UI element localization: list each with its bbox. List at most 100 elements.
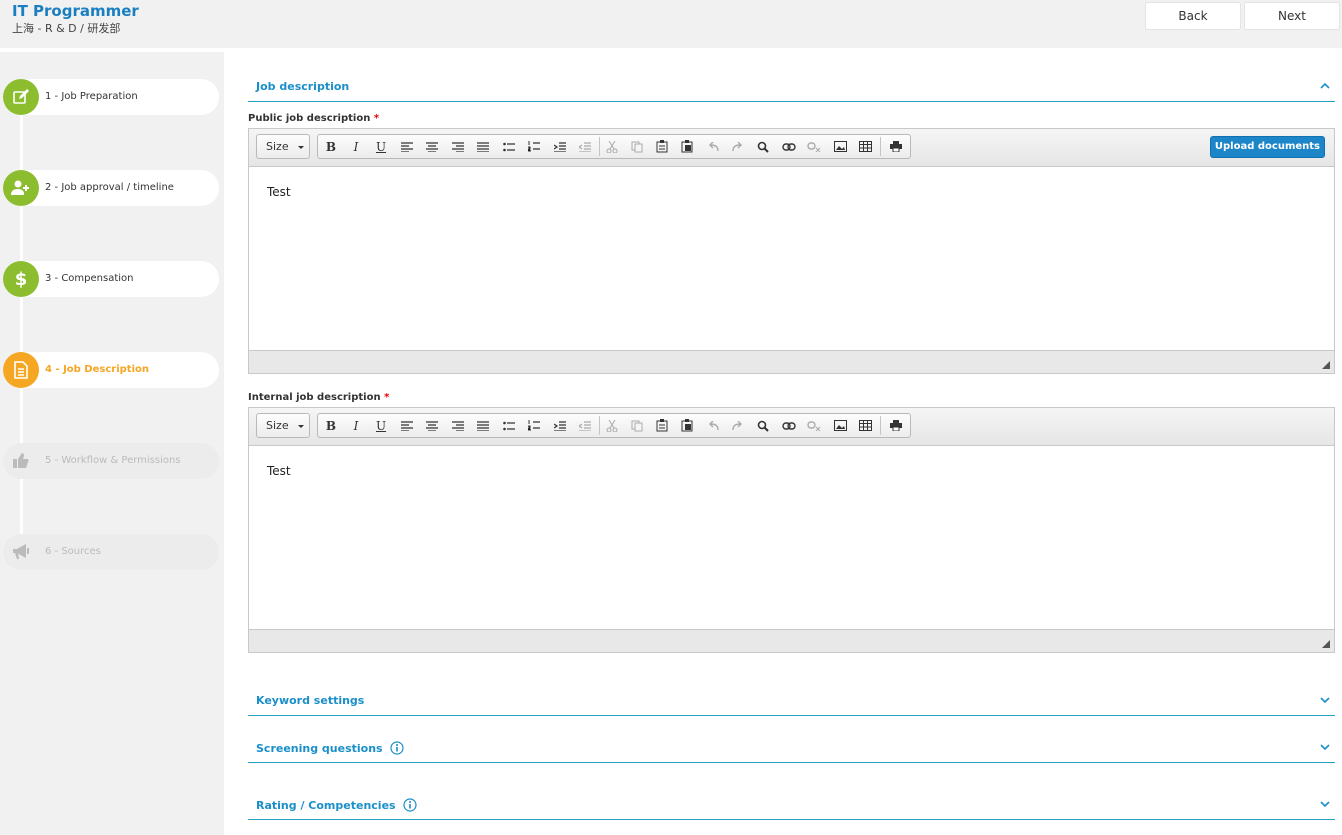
font-size-dropdown[interactable]: Size (256, 413, 310, 438)
formatting-buttons: B I U (317, 134, 911, 159)
thumbs-up-icon (3, 443, 39, 479)
info-icon[interactable] (403, 798, 418, 812)
resize-grip-icon[interactable] (1322, 361, 1330, 369)
paste-text-icon[interactable] (676, 137, 698, 156)
rating-competencies-section-header[interactable]: Rating / Competencies (248, 788, 1335, 820)
size-label: Size (266, 140, 289, 153)
step-workflow-permissions[interactable]: 5 - Workflow & Permissions (3, 443, 219, 479)
bold-icon[interactable]: B (320, 416, 342, 435)
job-description-section-header[interactable]: Job description (248, 70, 1335, 102)
step-sources[interactable]: 6 - Sources (3, 534, 219, 570)
toolbar-separator (880, 137, 881, 156)
page-header: IT Programmer 上海 - R & D / 研发部 Back Next (0, 0, 1342, 48)
italic-icon[interactable]: I (345, 416, 367, 435)
bulleted-list-icon[interactable] (498, 416, 520, 435)
step-label: 4 - Job Description (45, 364, 149, 375)
copy-icon[interactable] (626, 416, 648, 435)
upload-documents-button[interactable]: Upload documents (1209, 136, 1325, 158)
step-job-preparation[interactable]: 1 - Job Preparation (3, 79, 219, 115)
section-title: Rating / Competencies (256, 799, 396, 812)
step-connector (20, 205, 23, 261)
copy-icon[interactable] (626, 137, 648, 156)
internal-description-textarea[interactable]: Test (249, 446, 1334, 629)
undo-icon[interactable] (702, 416, 724, 435)
align-justify-icon[interactable] (472, 416, 494, 435)
undo-icon[interactable] (702, 137, 724, 156)
align-center-icon[interactable] (421, 137, 443, 156)
cut-icon[interactable] (601, 416, 623, 435)
screening-questions-section-header[interactable]: Screening questions (248, 731, 1335, 763)
editor-statusbar (249, 629, 1334, 652)
bulleted-list-icon[interactable] (498, 137, 520, 156)
step-compensation[interactable]: $ 3 - Compensation (3, 261, 219, 297)
document-icon (3, 352, 39, 388)
align-right-icon[interactable] (447, 137, 469, 156)
table-icon[interactable] (854, 416, 876, 435)
underline-icon[interactable]: U (370, 416, 392, 435)
keyword-settings-section-header[interactable]: Keyword settings (248, 684, 1335, 716)
back-button[interactable]: Back (1145, 2, 1241, 30)
step-connector (20, 296, 23, 352)
label-text: Internal job description (248, 392, 381, 403)
redo-icon[interactable] (727, 137, 749, 156)
chevron-up-icon[interactable] (1319, 80, 1331, 92)
bold-icon[interactable]: B (320, 137, 342, 156)
step-connector (20, 387, 23, 443)
align-center-icon[interactable] (421, 416, 443, 435)
step-connector (20, 114, 23, 170)
step-job-approval[interactable]: 2 - Job approval / timeline (3, 170, 219, 206)
paste-icon[interactable] (651, 137, 673, 156)
editor-statusbar (249, 350, 1334, 373)
numbered-list-icon[interactable] (523, 416, 545, 435)
step-job-description[interactable]: 4 - Job Description (3, 352, 219, 388)
underline-icon[interactable]: U (370, 137, 392, 156)
section-title: Job description (256, 80, 350, 93)
section-title: Keyword settings (256, 694, 365, 707)
megaphone-icon (3, 534, 39, 570)
internal-description-editor: Size B I U Test (248, 407, 1335, 653)
cut-icon[interactable] (601, 137, 623, 156)
italic-icon[interactable]: I (345, 137, 367, 156)
outdent-icon[interactable] (574, 416, 596, 435)
next-button[interactable]: Next (1244, 2, 1340, 30)
print-icon[interactable] (885, 416, 907, 435)
align-justify-icon[interactable] (472, 137, 494, 156)
public-description-textarea[interactable]: Test (249, 167, 1334, 350)
redo-icon[interactable] (727, 416, 749, 435)
image-icon[interactable] (829, 416, 851, 435)
page-subtitle: 上海 - R & D / 研发部 (12, 22, 121, 35)
step-label: 6 - Sources (45, 546, 101, 557)
table-icon[interactable] (854, 137, 876, 156)
step-label: 5 - Workflow & Permissions (45, 455, 181, 466)
required-mark: * (373, 113, 380, 124)
align-left-icon[interactable] (396, 416, 418, 435)
editor-toolbar: Size B I U (249, 129, 1334, 167)
paste-icon[interactable] (651, 416, 673, 435)
user-plus-icon (3, 170, 39, 206)
chevron-down-icon[interactable] (1319, 694, 1331, 706)
unlink-icon[interactable] (803, 137, 825, 156)
image-icon[interactable] (829, 137, 851, 156)
search-icon[interactable] (752, 416, 774, 435)
chevron-down-icon[interactable] (1319, 798, 1331, 810)
toolbar-separator (599, 416, 600, 435)
search-icon[interactable] (752, 137, 774, 156)
align-right-icon[interactable] (447, 416, 469, 435)
link-icon[interactable] (778, 137, 800, 156)
link-icon[interactable] (778, 416, 800, 435)
required-mark: * (384, 392, 390, 403)
font-size-dropdown[interactable]: Size (256, 134, 310, 159)
unlink-icon[interactable] (803, 416, 825, 435)
toolbar-separator (599, 137, 600, 156)
align-left-icon[interactable] (396, 137, 418, 156)
indent-icon[interactable] (549, 137, 571, 156)
resize-grip-icon[interactable] (1322, 640, 1330, 648)
chevron-down-icon[interactable] (1319, 741, 1331, 753)
step-label: 1 - Job Preparation (45, 91, 138, 102)
paste-text-icon[interactable] (676, 416, 698, 435)
info-icon[interactable] (390, 741, 405, 755)
outdent-icon[interactable] (574, 137, 596, 156)
numbered-list-icon[interactable] (523, 137, 545, 156)
print-icon[interactable] (885, 137, 907, 156)
indent-icon[interactable] (549, 416, 571, 435)
